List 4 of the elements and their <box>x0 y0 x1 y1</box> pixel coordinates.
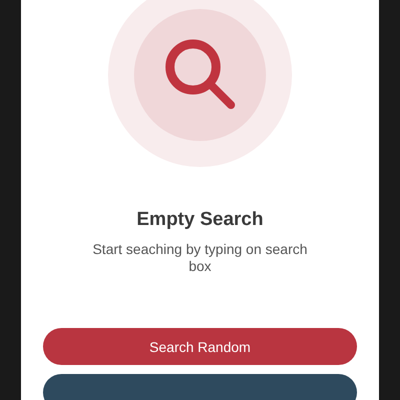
secondary-button[interactable] <box>43 374 357 400</box>
search-random-button[interactable]: Search Random <box>43 328 357 365</box>
empty-state-message: Start seaching by typing on search box <box>92 241 308 275</box>
empty-state-title: Empty Search <box>136 209 264 231</box>
